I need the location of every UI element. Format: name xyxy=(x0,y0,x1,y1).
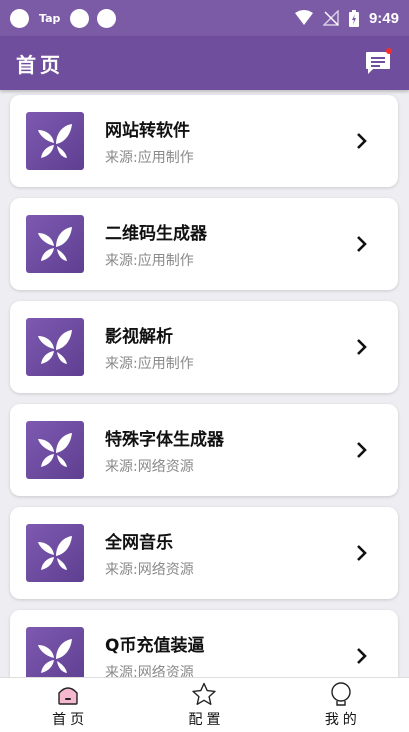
nav-home[interactable]: 首页 xyxy=(0,678,136,732)
chevron-right-icon xyxy=(352,131,372,151)
app-title: 网站转软件 xyxy=(105,120,190,141)
card-text: Q币充值装逼 来源:网络资源 xyxy=(105,631,352,678)
tap-notification-label: Tap xyxy=(39,11,61,25)
chevron-right-icon xyxy=(352,440,372,460)
app-card[interactable]: 二维码生成器 来源:应用制作 xyxy=(10,198,398,290)
nav-label: 我的 xyxy=(324,711,361,728)
home-icon xyxy=(58,686,78,705)
app-card[interactable]: Q币充值装逼 来源:网络资源 xyxy=(10,610,398,677)
status-left: Tap xyxy=(10,8,117,28)
unread-badge xyxy=(386,48,392,54)
chevron-right-icon xyxy=(352,337,372,357)
app-card[interactable]: 特殊字体生成器 来源:网络资源 xyxy=(10,404,398,496)
card-text: 网站转软件 来源:应用制作 xyxy=(105,116,352,167)
status-time: 9:49 xyxy=(368,9,399,27)
status-right: 9:49 xyxy=(294,9,399,27)
nav-profile[interactable]: 我的 xyxy=(273,678,409,732)
nav-config[interactable]: 配置 xyxy=(136,678,272,732)
star-icon xyxy=(192,682,217,705)
message-icon xyxy=(366,52,390,74)
leaf-logo-icon xyxy=(26,215,84,273)
app-title: 全网音乐 xyxy=(105,532,173,553)
nav-label: 首页 xyxy=(52,711,89,728)
notification-dot-icon xyxy=(10,8,29,28)
app-card[interactable]: 影视解析 来源:应用制作 xyxy=(10,301,398,393)
profile-icon xyxy=(331,681,351,706)
chevron-right-icon xyxy=(352,646,372,666)
leaf-logo-icon xyxy=(26,318,84,376)
app-card[interactable]: 全网音乐 来源:网络资源 xyxy=(10,507,398,599)
card-text: 特殊字体生成器 来源:网络资源 xyxy=(105,425,352,476)
app-source: 来源:网络资源 xyxy=(105,561,194,578)
nav-label: 配置 xyxy=(188,711,225,728)
app-title: 二维码生成器 xyxy=(105,223,207,244)
bottom-nav: 首页 配置 我的 xyxy=(0,677,409,732)
app-source: 来源:应用制作 xyxy=(105,252,194,269)
leaf-logo-icon xyxy=(26,421,84,479)
app-source: 来源:应用制作 xyxy=(105,355,194,372)
app-title: Q币充值装逼 xyxy=(105,635,205,656)
leaf-logo-icon xyxy=(26,112,84,170)
wifi-icon xyxy=(294,10,313,25)
leaf-logo-icon xyxy=(26,524,84,582)
page-title: 首页 xyxy=(16,52,64,77)
app-card[interactable]: 网站转软件 来源:应用制作 xyxy=(10,95,398,187)
signal-icon xyxy=(322,10,339,26)
status-bar: Tap 9:49 xyxy=(0,0,409,36)
message-button[interactable] xyxy=(363,48,393,78)
app-source: 来源:网络资源 xyxy=(105,458,194,475)
chevron-right-icon xyxy=(352,234,372,254)
notification-dot-icon xyxy=(70,8,90,28)
card-text: 影视解析 来源:应用制作 xyxy=(105,322,352,373)
app-title: 特殊字体生成器 xyxy=(105,429,224,450)
battery-icon xyxy=(348,9,359,27)
app-list[interactable]: 网站转软件 来源:应用制作 二维码生成器 来源:应用制作 影视解析 来源:应用制… xyxy=(0,90,409,677)
notification-dot-icon xyxy=(97,8,117,28)
leaf-logo-icon xyxy=(26,627,84,677)
app-source: 来源:应用制作 xyxy=(105,149,194,166)
app-title: 影视解析 xyxy=(105,326,173,347)
app-source: 来源:网络资源 xyxy=(105,664,194,678)
card-text: 全网音乐 来源:网络资源 xyxy=(105,528,352,579)
app-bar: 首页 xyxy=(0,36,409,90)
card-text: 二维码生成器 来源:应用制作 xyxy=(105,219,352,270)
chevron-right-icon xyxy=(352,543,372,563)
